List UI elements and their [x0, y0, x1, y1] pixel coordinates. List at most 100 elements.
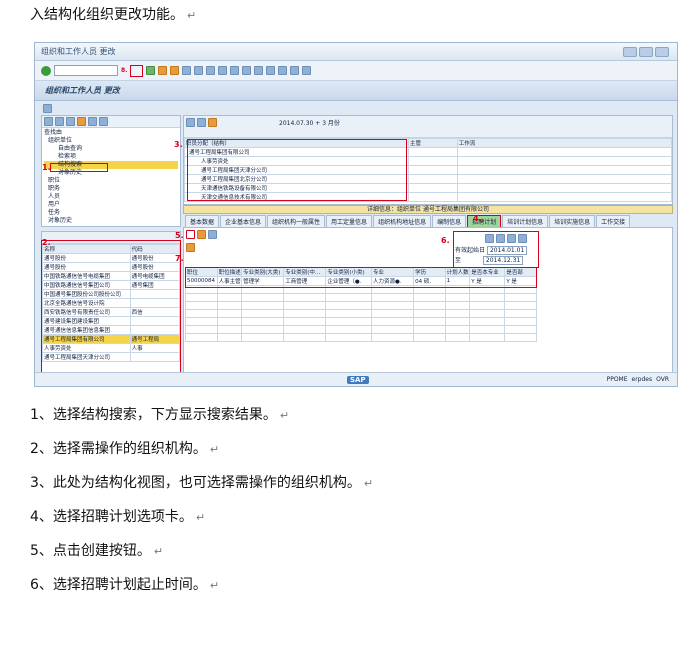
plan-empty-cell[interactable]: [504, 333, 537, 342]
plan-empty-cell[interactable]: [370, 301, 415, 310]
search-tree-item[interactable]: 任务: [44, 209, 178, 217]
plan-empty-cell[interactable]: [185, 333, 218, 342]
plan-empty-cell[interactable]: [444, 333, 471, 342]
plan-empty-cell[interactable]: [283, 301, 327, 310]
date-icon[interactable]: [208, 118, 217, 127]
exit-icon[interactable]: [158, 66, 168, 75]
plan-empty-cell[interactable]: [185, 293, 218, 302]
next-page-icon[interactable]: [242, 66, 252, 75]
plan-empty-cell[interactable]: [283, 309, 327, 318]
plan-empty-cell[interactable]: [283, 333, 327, 342]
search-tree-item[interactable]: 用户: [44, 201, 178, 209]
plan-empty-cell[interactable]: [185, 309, 218, 318]
plan-empty-cell[interactable]: [241, 325, 285, 334]
collapse-icon[interactable]: [55, 117, 64, 126]
plan-empty-cell[interactable]: [444, 317, 471, 326]
favorites-icon[interactable]: [77, 117, 86, 126]
plan-empty-cell[interactable]: [325, 293, 372, 302]
search-icon[interactable]: [99, 117, 108, 126]
remove-row-icon[interactable]: [186, 243, 195, 252]
plan-empty-cell[interactable]: [241, 301, 285, 310]
expand-icon[interactable]: [44, 117, 53, 126]
plan-empty-row[interactable]: [185, 309, 537, 318]
delete-icon[interactable]: [208, 230, 217, 239]
plan-empty-cell[interactable]: [325, 333, 372, 342]
plan-empty-cell[interactable]: [370, 293, 415, 302]
plan-empty-cell[interactable]: [469, 293, 506, 302]
find-next-icon[interactable]: [206, 66, 216, 75]
hierarchy-icon[interactable]: [43, 103, 52, 113]
plan-empty-cell[interactable]: [283, 317, 327, 326]
plan-empty-cell[interactable]: [325, 301, 372, 310]
navigate-forward-icon[interactable]: [197, 118, 206, 127]
command-field[interactable]: [54, 65, 118, 76]
plan-empty-cell[interactable]: [185, 325, 218, 334]
navigate-back-icon[interactable]: [186, 118, 195, 127]
close-icon[interactable]: [655, 46, 669, 57]
plan-empty-cell[interactable]: [216, 325, 243, 334]
org-header-cell[interactable]: 主管: [408, 138, 458, 148]
search-tree-item[interactable]: 人员: [44, 193, 178, 201]
plan-empty-cell[interactable]: [469, 301, 506, 310]
plan-empty-cell[interactable]: [444, 309, 471, 318]
plan-empty-cell[interactable]: [370, 317, 415, 326]
plan-empty-cell[interactable]: [469, 325, 506, 334]
search-tree-item[interactable]: 职位: [44, 177, 178, 185]
plan-empty-cell[interactable]: [413, 301, 446, 310]
plan-empty-cell[interactable]: [469, 309, 506, 318]
last-page-icon[interactable]: [254, 66, 264, 75]
find-icon[interactable]: [194, 66, 204, 75]
plan-empty-row[interactable]: [185, 333, 537, 342]
plan-empty-cell[interactable]: [504, 293, 537, 302]
minimize-icon[interactable]: [623, 46, 637, 57]
plan-empty-cell[interactable]: [370, 333, 415, 342]
create-icon[interactable]: [186, 230, 195, 239]
prev-page-icon[interactable]: [230, 66, 240, 75]
plan-empty-cell[interactable]: [504, 309, 537, 318]
search-tree-item[interactable]: 检索项: [44, 153, 178, 161]
search-tree-item[interactable]: 对象历史: [44, 217, 178, 225]
enter-icon[interactable]: [41, 65, 51, 76]
plan-empty-cell[interactable]: [216, 317, 243, 326]
copy-icon[interactable]: [197, 230, 206, 239]
cancel-icon[interactable]: [170, 66, 180, 75]
shortcut-icon[interactable]: [278, 66, 288, 75]
layout-icon[interactable]: [302, 66, 312, 75]
plan-empty-cell[interactable]: [241, 309, 285, 318]
plan-empty-cell[interactable]: [413, 317, 446, 326]
plan-empty-cell[interactable]: [413, 293, 446, 302]
print-icon[interactable]: [182, 66, 192, 75]
plan-empty-cell[interactable]: [444, 301, 471, 310]
plan-empty-row[interactable]: [185, 317, 537, 326]
back-icon[interactable]: [146, 66, 156, 75]
plan-empty-cell[interactable]: [444, 293, 471, 302]
plan-empty-cell[interactable]: [469, 317, 506, 326]
plan-empty-cell[interactable]: [325, 325, 372, 334]
help-icon[interactable]: [290, 66, 300, 75]
plan-empty-cell[interactable]: [241, 333, 285, 342]
plan-empty-cell[interactable]: [325, 309, 372, 318]
plan-empty-row[interactable]: [185, 293, 537, 302]
plan-empty-cell[interactable]: [185, 317, 218, 326]
search-tree-item[interactable]: 组织单位: [44, 137, 178, 145]
plan-empty-row[interactable]: [185, 325, 537, 334]
plan-empty-cell[interactable]: [283, 293, 327, 302]
plan-empty-cell[interactable]: [504, 317, 537, 326]
plan-empty-cell[interactable]: [413, 309, 446, 318]
new-session-icon[interactable]: [266, 66, 276, 75]
settings-icon[interactable]: [88, 117, 97, 126]
plan-empty-cell[interactable]: [216, 301, 243, 310]
plan-empty-cell[interactable]: [504, 301, 537, 310]
plan-empty-cell[interactable]: [413, 325, 446, 334]
plan-empty-cell[interactable]: [325, 317, 372, 326]
maximize-icon[interactable]: [639, 46, 653, 57]
search-tree-item[interactable]: 自由查询: [44, 145, 178, 153]
org-header-cell[interactable]: 工作流: [456, 138, 673, 148]
plan-empty-row[interactable]: [185, 301, 537, 310]
first-page-icon[interactable]: [218, 66, 228, 75]
plan-empty-cell[interactable]: [185, 301, 218, 310]
plan-empty-cell[interactable]: [370, 309, 415, 318]
search-tree-item[interactable]: 职务: [44, 185, 178, 193]
plan-empty-cell[interactable]: [283, 325, 327, 334]
plan-empty-cell[interactable]: [241, 293, 285, 302]
